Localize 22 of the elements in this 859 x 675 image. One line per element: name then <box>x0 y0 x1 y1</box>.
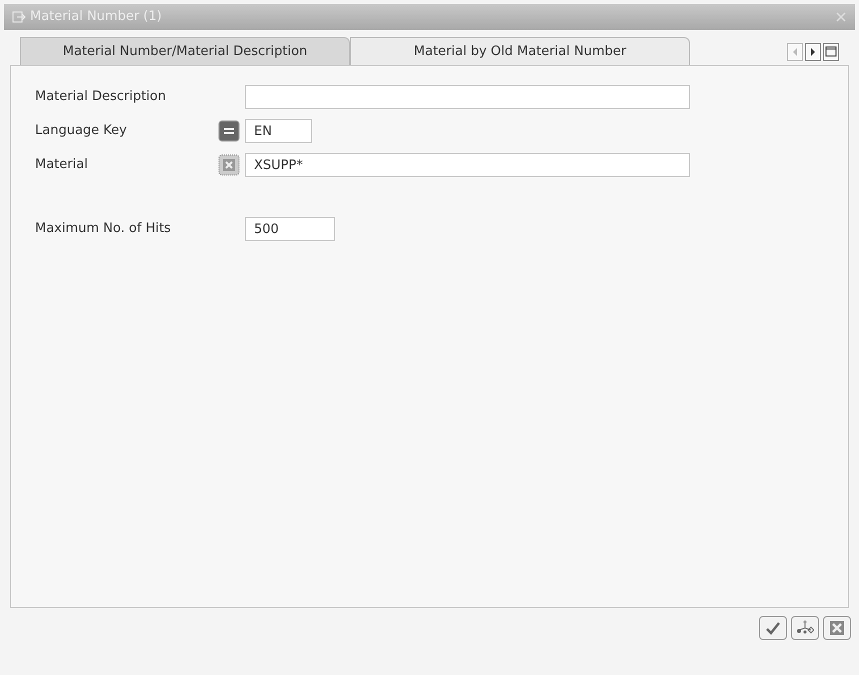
field-label: Maximum No. of Hits <box>35 220 172 238</box>
pattern-icon[interactable] <box>218 154 240 176</box>
cancel-icon <box>829 620 845 636</box>
input-field[interactable] <box>245 85 690 109</box>
tab-list-icon[interactable] <box>823 43 839 61</box>
tab[interactable]: Material by Old Material Number <box>350 37 690 65</box>
tab[interactable]: Material Number/Material Description <box>20 37 350 65</box>
input-field[interactable]: EN <box>245 119 312 143</box>
field-label: Material <box>35 156 89 174</box>
input-field[interactable]: XSUPP* <box>245 153 690 177</box>
hierarchy-button[interactable] <box>791 616 819 640</box>
cancel-button[interactable] <box>823 616 851 640</box>
checkmark-icon <box>765 621 781 635</box>
field-label: Material Description <box>35 88 167 106</box>
window-icon <box>12 11 26 23</box>
equals-icon[interactable] <box>218 120 240 142</box>
window-title: Material Number (1) <box>30 8 162 26</box>
field-label: Language Key <box>35 122 128 140</box>
input-field[interactable]: 500 <box>245 217 335 241</box>
next-tab-icon[interactable] <box>805 43 821 61</box>
hierarchy-icon <box>796 620 814 636</box>
confirm-button[interactable] <box>759 616 787 640</box>
